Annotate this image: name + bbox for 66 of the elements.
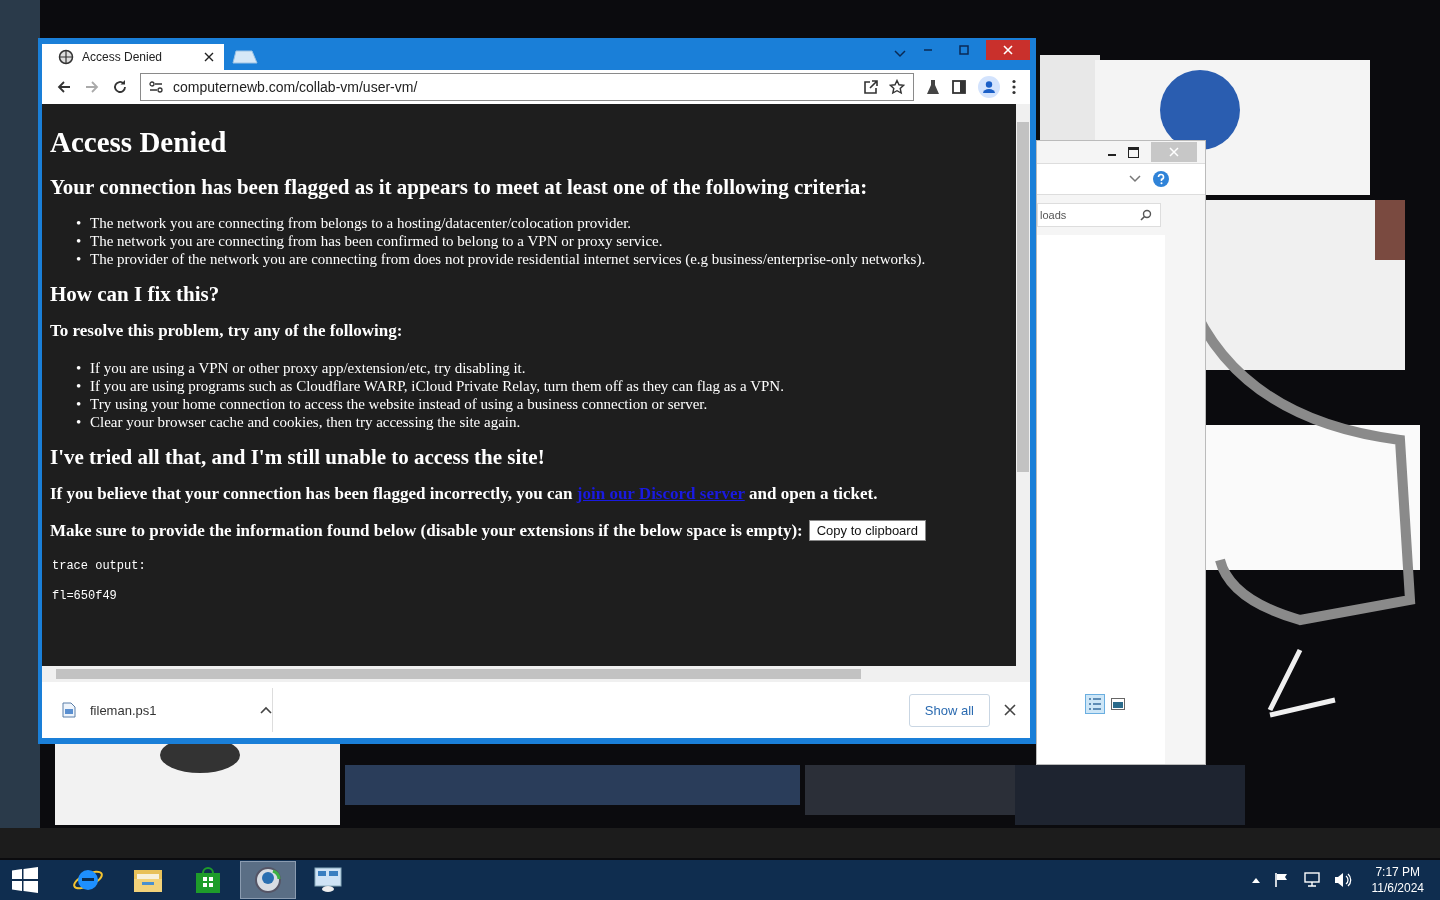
- ticket-sentence: If you believe that your connection has been flagged incorrectly, you can join our Discord server and open a ticket.: [50, 484, 879, 504]
- fix-item: Clear your browser cache and cookies, then try accessing the site again.: [90, 413, 521, 431]
- control-panel-icon: [313, 866, 343, 894]
- large-icons-view-icon[interactable]: [1111, 698, 1125, 710]
- bullet: •: [76, 214, 82, 232]
- maximize-icon[interactable]: [959, 45, 969, 55]
- fix-heading: How can I fix this?: [50, 282, 221, 307]
- close-button[interactable]: [986, 40, 1030, 60]
- globe-icon: [253, 865, 283, 895]
- fix-item: If you are using a VPN or other proxy app/extension/etc, try disabling it.: [90, 359, 526, 377]
- criteria-item: The provider of the network you are connecting from does not provide residential internet services (e.g business/enterprise-only networks).: [90, 250, 926, 268]
- flag-icon[interactable]: [1273, 872, 1290, 888]
- fix-item: If you are using programs such as Cloudflare WARP, iCloud Private Relay, turn them off as they can flag as a VPN.: [90, 377, 784, 395]
- criteria-item: The network you are connecting from belongs to a hosting/datacenter/colocation provider.: [90, 214, 632, 232]
- page-title: Access Denied: [50, 126, 228, 159]
- copy-button[interactable]: Copy to clipboard: [808, 520, 926, 541]
- windows-logo-icon[interactable]: [12, 867, 38, 893]
- profile-icon[interactable]: [978, 76, 1000, 98]
- shopping-bag-icon: [194, 866, 222, 894]
- download-filename[interactable]: fileman.ps1: [90, 702, 246, 718]
- caret-icon[interactable]: [260, 706, 272, 714]
- bullet: •: [76, 377, 82, 395]
- help-icon[interactable]: [1153, 171, 1169, 187]
- clock-time[interactable]: 7:17 PM: [1375, 864, 1421, 880]
- share-icon[interactable]: [863, 79, 879, 95]
- more-icon[interactable]: [1012, 79, 1016, 95]
- globe-icon: [58, 49, 74, 65]
- bullet: •: [76, 232, 82, 250]
- close-icon[interactable]: [1004, 704, 1016, 716]
- provide-instructions: Make sure to provide the information found below (disable your extensions if the below space is empty):: [50, 520, 803, 541]
- bullet: •: [76, 413, 82, 431]
- details-view-icon[interactable]: [1085, 694, 1105, 714]
- bullet: •: [76, 359, 82, 377]
- file-icon: [62, 702, 76, 718]
- show-all-button[interactable]: Show all: [908, 693, 990, 727]
- browser-tab[interactable]: Access Denied: [42, 44, 224, 70]
- maximize-button[interactable]: [1128, 146, 1139, 158]
- clock-date[interactable]: 11/6/2024: [1371, 880, 1424, 896]
- bullet: •: [76, 395, 82, 413]
- still-heading: I've tried all that, and I'm still unable to access the site!: [50, 445, 546, 470]
- close-icon[interactable]: [204, 52, 214, 62]
- bullet: •: [76, 250, 82, 268]
- caret-up-icon[interactable]: [1251, 877, 1260, 883]
- criteria-heading: Your connection has been flagged as it appears to meet at least one of the following criteria:: [50, 175, 869, 200]
- search-icon: [1140, 209, 1152, 221]
- fix-intro: To resolve this problem, try any of the following:: [50, 321, 404, 341]
- chevron-down-icon[interactable]: [1129, 175, 1141, 183]
- site-settings-icon[interactable]: [149, 81, 163, 93]
- chevron-down-icon[interactable]: [894, 50, 906, 58]
- flask-icon[interactable]: [926, 79, 940, 95]
- search-field[interactable]: loads: [1037, 203, 1161, 227]
- back-icon[interactable]: [56, 79, 72, 95]
- star-icon[interactable]: [889, 79, 905, 95]
- speaker-icon[interactable]: [1333, 872, 1352, 888]
- vertical-scrollbar[interactable]: [1016, 104, 1030, 666]
- trace-line: trace output:: [52, 559, 147, 573]
- minimize-icon[interactable]: [923, 49, 933, 51]
- side-panel-icon[interactable]: [952, 80, 966, 94]
- new-tab-button[interactable]: [232, 50, 258, 64]
- trace-line: fl=650f49: [52, 589, 118, 603]
- network-icon[interactable]: [1303, 872, 1320, 888]
- fix-item: Try using your home connection to access the website instead of using a business connection or server.: [90, 395, 708, 413]
- horizontal-scrollbar[interactable]: [42, 666, 1030, 682]
- address-bar[interactable]: computernewb.com/collab-vm/user-vm/: [140, 73, 914, 101]
- reload-icon[interactable]: [112, 79, 128, 95]
- criteria-item: The network you are connecting from has been confirmed to belong to a VPN or proxy service.: [90, 232, 663, 250]
